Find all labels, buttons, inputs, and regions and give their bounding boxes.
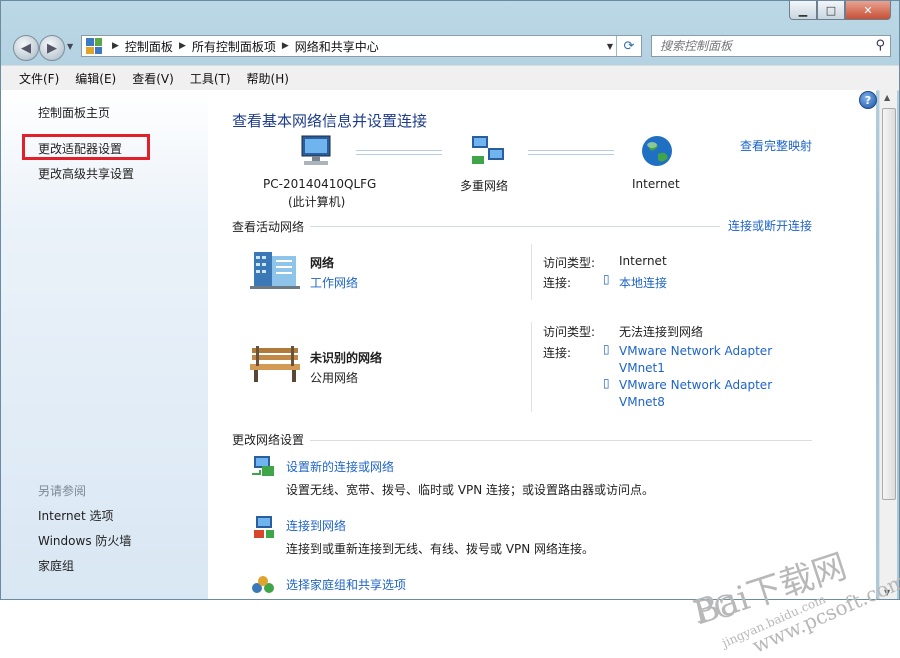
network2-conn-label: 连接: [543,346,572,360]
task-homegroup-link[interactable]: 选择家庭组和共享选项 [286,576,406,593]
vmnet1-link-line1[interactable]: VMware Network Adapter [619,344,772,358]
scroll-up-icon[interactable]: ▲ [884,93,890,102]
network1-conn-label: 连接: [543,276,572,290]
caption-buttons: ▁ □ ✕ [789,1,891,20]
globe-icon [642,136,672,166]
search-input[interactable] [658,38,872,54]
task-connect-link[interactable]: 连接到网络 [286,517,346,534]
network2-name: 未识别的网络 [310,351,383,365]
arrow-right-icon: ▶ [47,40,57,56]
address-bar[interactable]: ▶ 控制面板 ▶ 所有控制面板项 ▶ 网络和共享中心 ▼ ⟳ [81,35,642,57]
computer-name: PC-20140410QLFG [263,177,377,191]
column-divider [531,322,532,412]
computer-icon [301,135,331,165]
network2-access-value: 无法连接到网络 [619,325,704,339]
map-connector-line [356,150,442,155]
ethernet-icon: ▯ [603,376,610,390]
computer-sub: (此计算机) [288,195,346,209]
sidebar-item-change-adapter[interactable]: 更改适配器设置 [38,140,122,157]
address-dropdown-icon[interactable]: ▼ [607,42,613,51]
see-also-heading: 另请参阅 [38,484,87,498]
vmnet8-link-line2[interactable]: VMnet8 [619,395,665,409]
back-button[interactable]: ◀ [13,35,39,61]
sidebar-item-advanced-sharing[interactable]: 更改高级共享设置 [38,165,134,182]
network1-name: 网络 [310,256,335,270]
page-title: 查看基本网络信息并设置连接 [232,112,428,130]
map-connector-line [528,150,614,155]
recent-pages-dropdown[interactable]: ▼ [67,42,73,51]
close-button[interactable]: ✕ [845,1,891,20]
search-icon[interactable]: ⚲ [875,38,885,53]
vertical-scrollbar[interactable]: ▲ ▼ [879,90,897,599]
ethernet-icon: ▯ [603,342,610,356]
view-full-map-link[interactable]: 查看完整映射 [740,137,812,154]
menu-file[interactable]: 文件(F) [1,70,59,87]
search-box[interactable]: ⚲ [651,35,891,57]
bench-icon [250,346,300,382]
active-networks-heading: 查看活动网络 [232,220,305,234]
ethernet-icon: ▯ [603,272,610,286]
internet-label: Internet [632,177,680,191]
vmnet8-link-line1[interactable]: VMware Network Adapter [619,378,772,392]
breadcrumb-control-panel[interactable]: 控制面板 [125,38,173,55]
menu-bar: 文件(F) 编辑(E) 查看(V) 工具(T) 帮助(H) [1,65,899,91]
forward-button[interactable]: ▶ [39,35,65,61]
sidebar-item-homegroup[interactable]: 家庭组 [38,557,74,574]
work-network-icon [250,252,300,289]
sidebar: 控制面板主页 更改适配器设置 更改高级共享设置 另请参阅 Internet 选项… [1,90,208,599]
task-connect-desc: 连接到或重新连接到无线、有线、拨号或 VPN 网络连接。 [286,542,595,556]
multiple-networks-icon [472,136,504,164]
section-divider [310,226,720,227]
connect-network-icon [254,516,274,538]
network1-access-label: 访问类型: [543,256,596,270]
breadcrumb-network-center[interactable]: 网络和共享中心 [295,38,379,55]
menu-view[interactable]: 查看(V) [116,70,174,87]
main-content: 查看基本网络信息并设置连接 查看完整映射 PC-20140410QLFG (此计… [208,90,876,599]
watermark-side: PC [690,587,741,632]
explorer-window: ▁ □ ✕ ◀ ▶ ▼ ▶ 控制面板 ▶ 所有控制面板项 ▶ 网络和共享中心 ▼… [0,0,900,600]
menu-edit[interactable]: 编辑(E) [59,70,116,87]
sidebar-item-internet-options[interactable]: Internet 选项 [38,507,113,524]
sidebar-item-firewall[interactable]: Windows 防火墙 [38,532,131,549]
network1-type-link[interactable]: 工作网络 [310,274,358,291]
sidebar-item-home[interactable]: 控制面板主页 [38,104,110,121]
chevron-right-icon[interactable]: ▶ [282,41,289,51]
refresh-icon[interactable]: ⟳ [616,36,641,56]
scrollbar-thumb[interactable] [882,108,896,500]
breadcrumb-all-items[interactable]: 所有控制面板项 [192,38,276,55]
navigation-bar: ◀ ▶ ▼ ▶ 控制面板 ▶ 所有控制面板项 ▶ 网络和共享中心 ▼ ⟳ ⚲ [1,33,899,61]
network2-type: 公用网络 [310,371,359,385]
homegroup-icon [252,576,274,593]
multi-network-label: 多重网络 [460,179,509,193]
menu-tools[interactable]: 工具(T) [174,70,231,87]
new-connection-icon [252,456,274,476]
chevron-right-icon[interactable]: ▶ [112,41,119,51]
column-divider [531,244,532,300]
vmnet1-link-line2[interactable]: VMnet1 [619,361,665,375]
task-new-connection-desc: 设置无线、宽带、拨号、临时或 VPN 连接；或设置路由器或访问点。 [286,483,655,497]
connect-disconnect-link[interactable]: 连接或断开连接 [728,217,812,234]
task-new-connection-link[interactable]: 设置新的连接或网络 [286,458,394,475]
maximize-button[interactable]: □ [817,1,845,20]
chevron-right-icon[interactable]: ▶ [179,41,186,51]
network1-access-value: Internet [619,254,667,268]
network2-access-label: 访问类型: [543,325,596,339]
menu-help[interactable]: 帮助(H) [231,70,289,87]
section-divider [310,440,812,441]
network1-conn-link[interactable]: 本地连接 [619,274,667,291]
control-panel-icon [86,38,102,54]
arrow-left-icon: ◀ [21,40,31,56]
help-icon[interactable]: ? [859,91,877,109]
minimize-button[interactable]: ▁ [789,1,817,20]
change-settings-heading: 更改网络设置 [232,433,305,447]
